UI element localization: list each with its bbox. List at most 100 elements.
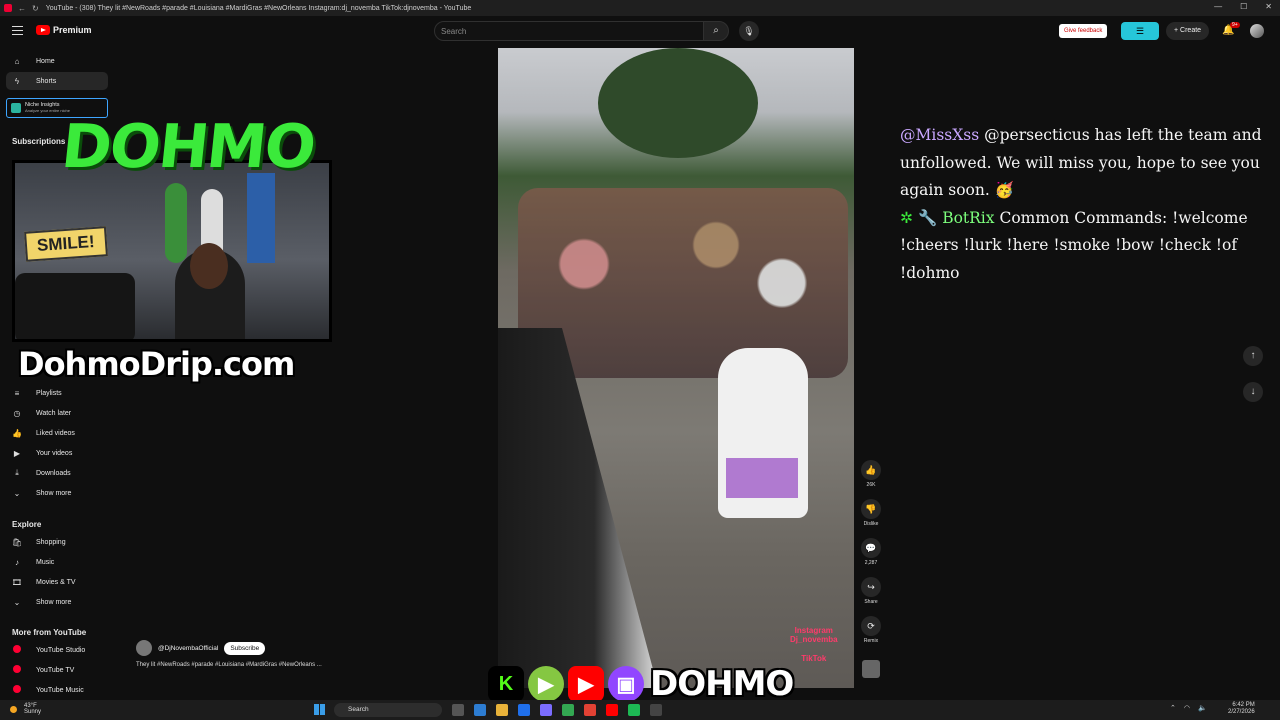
search-icon[interactable]: ⌕: [703, 21, 729, 41]
sidebar-item-youtube-tv[interactable]: YouTube TV: [6, 661, 108, 679]
microphone-icon[interactable]: 🎙: [739, 21, 759, 41]
sidebar-item-playlists[interactable]: ≡ Playlists: [6, 384, 108, 402]
spotify-icon[interactable]: [628, 704, 640, 716]
channel-info: @DjNovembaOfficial Subscribe: [136, 640, 266, 656]
twitch-logo-icon: ▣: [608, 666, 644, 702]
sidebar-item-label: Shopping: [36, 538, 66, 546]
like-count: 26K: [866, 482, 876, 488]
sound-thumbnail[interactable]: [862, 660, 880, 678]
sidebar-item-label: Home: [36, 57, 55, 65]
shopping-bag-icon: 🛍: [11, 537, 23, 547]
logo-text: Premium: [53, 25, 92, 35]
taskbar-clock[interactable]: 6:42 PM 2/27/2026: [1228, 702, 1255, 716]
chevron-up-icon[interactable]: ⌃: [1170, 704, 1176, 712]
give-feedback-button[interactable]: Give feedback: [1059, 24, 1108, 38]
comments-button[interactable]: 💬 2,287: [860, 538, 882, 566]
excel-icon[interactable]: [562, 704, 574, 716]
wifi-icon[interactable]: ◠: [1184, 704, 1190, 712]
explore-heading: Explore: [12, 520, 42, 529]
avatar[interactable]: [1250, 24, 1264, 38]
menu-icon[interactable]: [12, 26, 23, 35]
reload-icon[interactable]: ↻: [32, 4, 39, 13]
dislike-label: Dislike: [863, 521, 879, 527]
sidebar-item-music[interactable]: ♪ Music: [6, 553, 108, 571]
youtube-app-icon[interactable]: [606, 704, 618, 716]
previous-short-arrow-up-icon[interactable]: ↑: [1243, 346, 1263, 366]
windows-taskbar: 43°F Sunny Search ⌃ ◠ 🔈 6:42 PM 2/27/202…: [0, 700, 1280, 720]
youtube-music-icon: [11, 685, 23, 695]
dancer-shorts: [726, 458, 798, 498]
settings-gear-icon[interactable]: [650, 704, 662, 716]
truck-shape: [498, 328, 658, 688]
sidebar-item-label: Movies & TV: [36, 578, 76, 586]
short-title[interactable]: They lit #NewRoads #parade #Louisiana #M…: [136, 662, 322, 668]
sidebar-item-watch-later[interactable]: ◷ Watch later: [6, 404, 108, 422]
playlists-icon: ≡: [14, 388, 20, 398]
rumble-logo-icon: ▶: [528, 666, 564, 702]
clock-icon: ◷: [13, 408, 21, 418]
home-icon: ⌂: [14, 56, 20, 66]
sidebar-item-youtube-studio[interactable]: YouTube Studio: [6, 641, 108, 659]
close-icon[interactable]: ✕: [1265, 2, 1272, 11]
windows-start-icon[interactable]: [314, 704, 325, 715]
sidebar-item-label: Watch later: [36, 409, 72, 417]
sidebar-item-shopping[interactable]: 🛍 Shopping: [6, 533, 108, 551]
party-emoji-icon: 🥳: [994, 181, 1015, 199]
short-video-player[interactable]: Instagram Dj_novemba TikTok: [498, 48, 854, 688]
channel-avatar[interactable]: [136, 640, 152, 656]
sidebar-item-shorts[interactable]: ϟ Shorts: [6, 72, 108, 90]
sidebar-item-your-videos[interactable]: ▶ Your videos: [6, 444, 108, 462]
remix-button[interactable]: ⟳ Remix: [860, 616, 882, 644]
sidebar-item-label: Liked videos: [36, 429, 75, 437]
tree-shape: [598, 48, 758, 158]
wall-banner: [247, 173, 275, 263]
sidebar-item-label: Playlists: [36, 389, 62, 397]
thumbs-up-icon: 👍: [12, 428, 22, 438]
edge-browser-icon[interactable]: [474, 704, 486, 716]
store-icon[interactable]: [518, 704, 530, 716]
chevron-down-icon: ⌄: [13, 488, 21, 498]
youtube-logo[interactable]: Premium: [36, 25, 92, 35]
weather-widget[interactable]: 43°F Sunny: [24, 703, 41, 715]
channel-name[interactable]: @DjNovembaOfficial: [158, 645, 218, 652]
volume-icon[interactable]: 🔈: [1198, 704, 1207, 712]
discord-icon[interactable]: [540, 704, 552, 716]
music-note-icon: ♪: [15, 557, 19, 567]
next-short-arrow-down-icon[interactable]: ↓: [1243, 382, 1263, 402]
kick-logo-icon: K: [488, 666, 524, 702]
sidebar-item-label: Music: [36, 558, 55, 566]
chrome-icon[interactable]: [584, 704, 596, 716]
youtube-favicon-icon: [4, 4, 12, 12]
task-view-icon[interactable]: [452, 704, 464, 716]
more-from-youtube-heading: More from YouTube: [12, 628, 87, 637]
chat-username: BotRix: [942, 208, 995, 227]
sidebar-item-show-more-explore[interactable]: ⌄ Show more: [6, 593, 108, 611]
share-button[interactable]: ↪ Share: [860, 577, 882, 605]
create-button[interactable]: + Create: [1166, 22, 1210, 40]
sidebar-item-show-more[interactable]: ⌄ Show more: [6, 484, 108, 502]
file-explorer-icon[interactable]: [496, 704, 508, 716]
taskbar-search[interactable]: Search: [334, 703, 442, 717]
sidebar-item-home[interactable]: ⌂ Home: [6, 52, 108, 70]
browser-titlebar: ← ↻ YouTube - (308) They lit #NewRoads #…: [0, 0, 1280, 16]
extension-button[interactable]: ☰: [1121, 22, 1159, 40]
sidebar-item-label: Your videos: [36, 449, 73, 457]
watermark-line: Dj_novemba: [790, 635, 838, 644]
sidebar-item-youtube-music[interactable]: YouTube Music: [6, 681, 108, 699]
sidebar-item-movies-tv[interactable]: 🎞 Movies & TV: [6, 573, 108, 591]
search-input[interactable]: Search: [434, 21, 704, 41]
youtube-logo-icon: ▶: [568, 666, 604, 702]
share-label: Share: [864, 599, 878, 605]
share-icon: ↪: [861, 577, 881, 597]
minimize-icon[interactable]: —: [1214, 2, 1222, 11]
sidebar-item-liked-videos[interactable]: 👍 Liked videos: [6, 424, 108, 442]
back-icon[interactable]: ←: [18, 4, 26, 13]
sidebar-item-downloads[interactable]: ⤓ Downloads: [6, 464, 108, 482]
brand-bar-text: DOHMO: [650, 664, 794, 704]
streamer-webcam: SMILE!: [12, 160, 332, 342]
dislike-button[interactable]: 👎 Dislike: [860, 499, 882, 527]
create-label: Create: [1180, 27, 1202, 34]
like-button[interactable]: 👍 26K: [860, 460, 882, 488]
subscribe-button[interactable]: Subscribe: [224, 641, 266, 655]
maximize-icon[interactable]: ☐: [1240, 2, 1247, 11]
